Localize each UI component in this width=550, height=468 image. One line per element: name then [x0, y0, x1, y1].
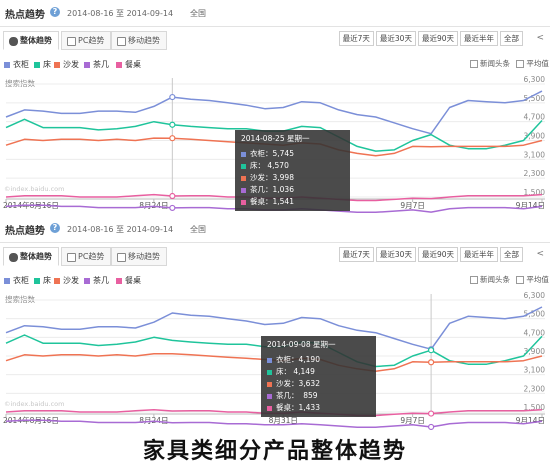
trend-panel-1: 热点趋势 ? 2014-08-16 至 2014-09-14 全国 整体趋势 P…	[0, 0, 550, 215]
y-tick-label: 2,300	[524, 169, 546, 178]
tooltip-swatch	[241, 151, 246, 157]
tooltip-label: 床	[276, 367, 284, 376]
y-tick-label: 2,300	[524, 384, 546, 393]
tooltip-row: 床： 4,570	[241, 160, 345, 172]
x-tick-label: 9月7日	[400, 201, 425, 210]
watermark: ©index.baidu.com	[4, 185, 65, 193]
y-tick-label: 4,700	[524, 328, 546, 337]
tooltip-label: 衣柜	[250, 149, 265, 158]
tooltip-label: 沙发	[250, 173, 265, 182]
series-line-0[interactable]	[5, 90, 543, 135]
highlight-point[interactable]	[169, 204, 176, 212]
tooltip-row: 餐桌：1,541	[241, 196, 345, 208]
y-tick-label: 6,300	[524, 75, 546, 84]
tooltip-swatch	[241, 163, 246, 169]
tooltip-swatch	[267, 369, 272, 375]
tooltip-value: 859	[298, 391, 318, 400]
tooltip-row: 床： 4,149	[267, 366, 371, 378]
tooltip-swatch	[267, 357, 272, 363]
highlight-point[interactable]	[428, 423, 435, 430]
tooltip-label: 茶几	[250, 185, 265, 194]
tooltip-label: 餐桌	[276, 403, 291, 412]
tooltip-row: 沙发：3,632	[267, 378, 371, 390]
tooltip-swatch	[267, 393, 272, 399]
tooltip-swatch	[267, 381, 272, 387]
tooltip-value: 1,433	[298, 403, 320, 412]
watermark: ©index.baidu.com	[4, 400, 65, 408]
highlight-point[interactable]	[169, 135, 176, 142]
tooltip-label: 沙发	[276, 379, 291, 388]
tooltip-value: 1,541	[272, 197, 294, 206]
tooltip-value: 4,190	[298, 355, 320, 364]
highlight-point[interactable]	[428, 410, 435, 417]
tooltip-swatch	[241, 187, 246, 193]
highlight-point[interactable]	[169, 121, 176, 128]
tooltip-date: 2014-08-25 星期一	[241, 134, 310, 143]
tooltip-value: 1,036	[272, 185, 294, 194]
highlight-point[interactable]	[169, 93, 176, 101]
tooltip-row: 茶几：1,036	[241, 184, 345, 196]
tooltip-label: 衣柜	[276, 355, 291, 364]
data-tooltip: 2014-08-25 星期一 衣柜：5,745 床： 4,570 沙发：3,99…	[235, 130, 350, 211]
tooltip-label: 餐桌	[250, 197, 265, 206]
tooltip-swatch	[241, 199, 246, 205]
y-tick-label: 4,700	[524, 113, 546, 122]
page-caption: 家具类细分产品整体趋势	[142, 439, 407, 464]
x-tick-label: 9月7日	[400, 416, 425, 425]
highlight-point[interactable]	[169, 192, 176, 200]
tooltip-value: 4,149	[291, 367, 315, 376]
tooltip-value: 4,570	[265, 161, 289, 170]
y-tick-label: 3,100	[524, 150, 546, 159]
x-tick-label: 8月24日	[139, 201, 168, 210]
y-tick-label: 3,100	[524, 366, 546, 375]
tooltip-swatch	[241, 175, 246, 181]
trend-panel-2: 热点趋势 ? 2014-08-16 至 2014-09-14 全国 整体趋势 P…	[0, 216, 550, 430]
tooltip-row: 餐桌：1,433	[267, 402, 371, 414]
tooltip-row: 沙发：3,998	[241, 172, 345, 184]
x-tick-label: 8月24日	[139, 416, 168, 425]
tooltip-label: 茶几	[276, 391, 291, 400]
tooltip-row: 衣柜：5,745	[241, 148, 345, 160]
tooltip-value: 3,998	[272, 173, 294, 182]
tooltip-value: 3,632	[298, 379, 320, 388]
highlight-point[interactable]	[428, 359, 435, 366]
tooltip-label: 床	[250, 161, 258, 170]
tooltip-row: 衣柜：4,190	[267, 354, 371, 366]
tooltip-value: 5,745	[272, 149, 294, 158]
data-tooltip: 2014-09-08 星期一 衣柜：4,190 床： 4,149 沙发：3,63…	[261, 336, 376, 417]
tooltip-row: 茶几： 859	[267, 390, 371, 402]
highlight-point[interactable]	[428, 347, 435, 354]
y-tick-label: 6,300	[524, 291, 546, 300]
tooltip-date: 2014-09-08 星期一	[267, 340, 336, 349]
tooltip-swatch	[267, 405, 272, 411]
